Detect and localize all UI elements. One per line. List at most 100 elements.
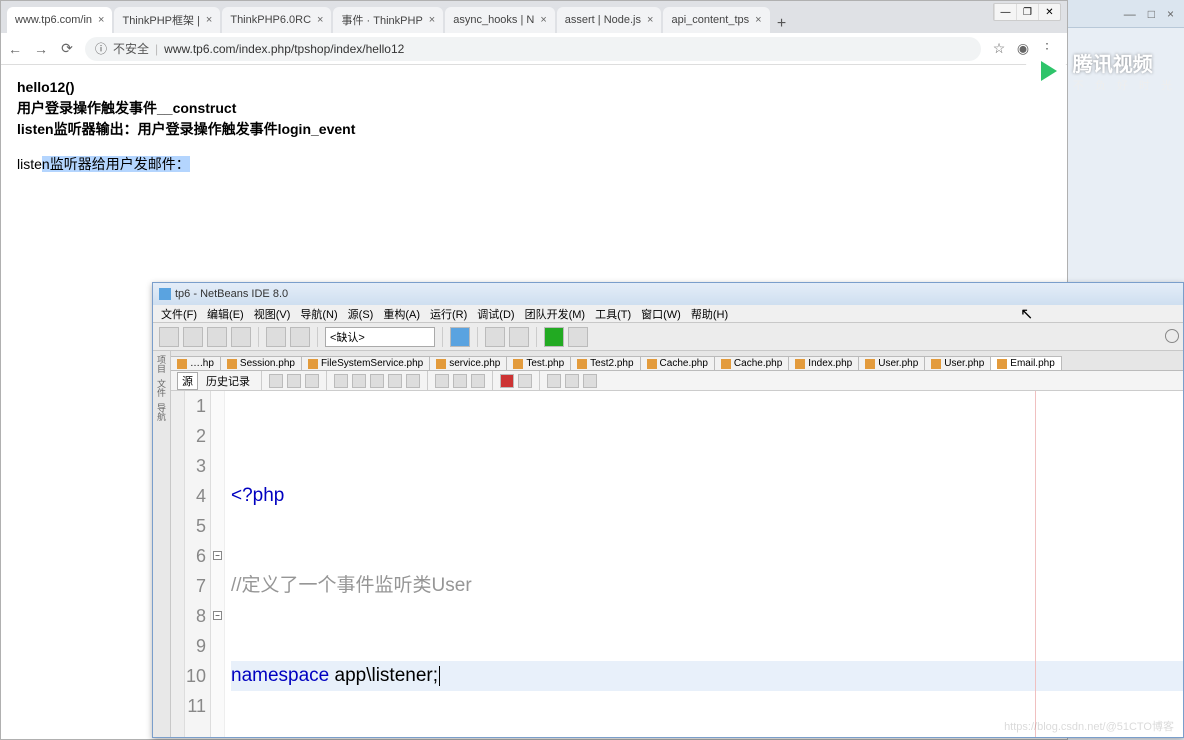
menu-item[interactable]: 调试(D) — [473, 306, 518, 322]
build-button[interactable] — [485, 327, 505, 347]
menu-item[interactable]: 重构(A) — [379, 306, 424, 322]
run-globe-button[interactable] — [450, 327, 470, 347]
tab-close-icon[interactable]: × — [429, 14, 435, 26]
win-min[interactable]: — — [994, 4, 1016, 20]
side-tab[interactable]: 文件 — [155, 379, 168, 397]
menu-item[interactable]: 窗口(W) — [637, 306, 685, 322]
browser-tab[interactable]: ThinkPHP框架 |× — [114, 7, 220, 33]
browser-tab[interactable]: async_hooks | N× — [445, 7, 555, 33]
file-tab[interactable]: User.php — [858, 356, 925, 370]
editor-tool-button[interactable] — [435, 374, 449, 388]
run-button[interactable] — [544, 327, 564, 347]
source-area[interactable]: <?php //定义了一个事件监听类User namespace app\lis… — [225, 391, 1183, 737]
file-tab[interactable]: Email.php — [990, 356, 1061, 370]
config-combo[interactable]: <缺认> — [325, 327, 435, 347]
tab-close-icon[interactable]: × — [317, 14, 323, 26]
editor-tool-button[interactable] — [388, 374, 402, 388]
file-tab[interactable]: User.php — [924, 356, 991, 370]
bg-close[interactable]: × — [1167, 7, 1174, 21]
win-close[interactable]: ✕ — [1038, 4, 1060, 20]
tab-close-icon[interactable]: × — [206, 14, 212, 26]
editor-tool-button[interactable] — [370, 374, 384, 388]
fold-toggle-icon[interactable]: − — [213, 611, 222, 620]
source-view-button[interactable]: 源 — [177, 372, 198, 390]
menu-item[interactable]: 编辑(E) — [203, 306, 248, 322]
file-tab[interactable]: Cache.php — [714, 356, 789, 370]
fold-toggle-icon[interactable]: − — [213, 551, 222, 560]
history-view-button[interactable]: 历史记录 — [202, 373, 254, 389]
ide-title-bar[interactable]: tp6 - NetBeans IDE 8.0 — [153, 283, 1183, 305]
browser-tab[interactable]: ThinkPHP6.0RC× — [222, 7, 331, 33]
php-file-icon — [721, 359, 731, 369]
editor-tool-button[interactable] — [305, 374, 319, 388]
file-tab[interactable]: Index.php — [788, 356, 859, 370]
bg-min[interactable]: — — [1124, 7, 1136, 21]
menu-item[interactable]: 文件(F) — [157, 306, 201, 322]
new-tab-button[interactable]: + — [772, 15, 792, 33]
breakpoint-button[interactable] — [500, 374, 514, 388]
save-all-button[interactable] — [231, 327, 251, 347]
file-tab[interactable]: FileSystemService.php — [301, 356, 430, 370]
file-tab[interactable]: ….hp — [171, 356, 221, 370]
reload-button[interactable]: ⟳ — [59, 41, 75, 57]
editor-tool-button[interactable] — [352, 374, 366, 388]
file-tab[interactable]: Session.php — [220, 356, 302, 370]
editor-toolbar: 源 历史记录 — [171, 371, 1183, 391]
clean-button[interactable] — [509, 327, 529, 347]
file-tab[interactable]: Cache.php — [640, 356, 715, 370]
editor-tool-button[interactable] — [583, 374, 597, 388]
search-icon[interactable] — [1165, 329, 1179, 343]
editor-tool-button[interactable] — [287, 374, 301, 388]
side-tab[interactable]: 项目 — [155, 355, 168, 373]
site-info-icon[interactable]: ⓘ — [95, 40, 107, 57]
editor-tool-button[interactable] — [334, 374, 348, 388]
menu-item[interactable]: 源(S) — [344, 306, 378, 322]
php-file-icon — [436, 359, 446, 369]
editor-tool-button[interactable] — [453, 374, 467, 388]
forward-button[interactable]: → — [33, 41, 49, 57]
menu-item[interactable]: 帮助(H) — [687, 306, 732, 322]
editor-tool-button[interactable] — [471, 374, 485, 388]
url-input[interactable] — [164, 42, 971, 56]
insecure-label: 不安全 — [113, 40, 149, 57]
undo-button[interactable] — [266, 327, 286, 347]
editor-tool-button[interactable] — [406, 374, 420, 388]
editor-tool-button[interactable] — [269, 374, 283, 388]
browser-tab[interactable]: assert | Node.js× — [557, 7, 662, 33]
browser-tab[interactable]: api_content_tps× — [663, 7, 769, 33]
menu-item[interactable]: 运行(R) — [426, 306, 471, 322]
file-tab[interactable]: Test.php — [506, 356, 571, 370]
new-project-button[interactable] — [183, 327, 203, 347]
code-editor[interactable]: 1234567891011 − − <?php //定义了一个事件监听类User… — [171, 391, 1183, 737]
editor-tool-button[interactable] — [565, 374, 579, 388]
tab-close-icon[interactable]: × — [98, 14, 104, 26]
side-tab[interactable]: 导航 — [155, 403, 168, 421]
redo-button[interactable] — [290, 327, 310, 347]
menu-item[interactable]: 团队开发(M) — [521, 306, 590, 322]
browser-tab[interactable]: www.tp6.com/in× — [7, 7, 112, 33]
watermark-brand: 腾讯视频 — [1073, 48, 1176, 77]
win-max[interactable]: ❐ — [1016, 4, 1038, 20]
url-field[interactable]: ⓘ 不安全 | — [85, 37, 981, 61]
menu-item[interactable]: 导航(N) — [296, 306, 341, 322]
new-file-button[interactable] — [159, 327, 179, 347]
editor-tool-button[interactable] — [547, 374, 561, 388]
tab-close-icon[interactable]: × — [540, 14, 546, 26]
open-button[interactable] — [207, 327, 227, 347]
back-button[interactable]: ← — [7, 41, 23, 57]
marker-gutter — [171, 391, 185, 737]
php-file-icon — [513, 359, 523, 369]
file-tab[interactable]: service.php — [429, 356, 507, 370]
php-file-icon — [577, 359, 587, 369]
bg-max[interactable]: □ — [1148, 7, 1155, 21]
browser-tab[interactable]: 事件 · ThinkPHP× — [333, 7, 443, 33]
tab-close-icon[interactable]: × — [755, 14, 761, 26]
menu-item[interactable]: 工具(T) — [591, 306, 635, 322]
debug-button[interactable] — [568, 327, 588, 347]
tab-close-icon[interactable]: × — [647, 14, 653, 26]
page-content: hello12() 用户登录操作触发事件__construct listen监听… — [1, 65, 1067, 187]
file-tab[interactable]: Test2.php — [570, 356, 640, 370]
bookmark-icon[interactable]: ☆ — [991, 41, 1007, 57]
editor-tool-button[interactable] — [518, 374, 532, 388]
menu-item[interactable]: 视图(V) — [250, 306, 295, 322]
